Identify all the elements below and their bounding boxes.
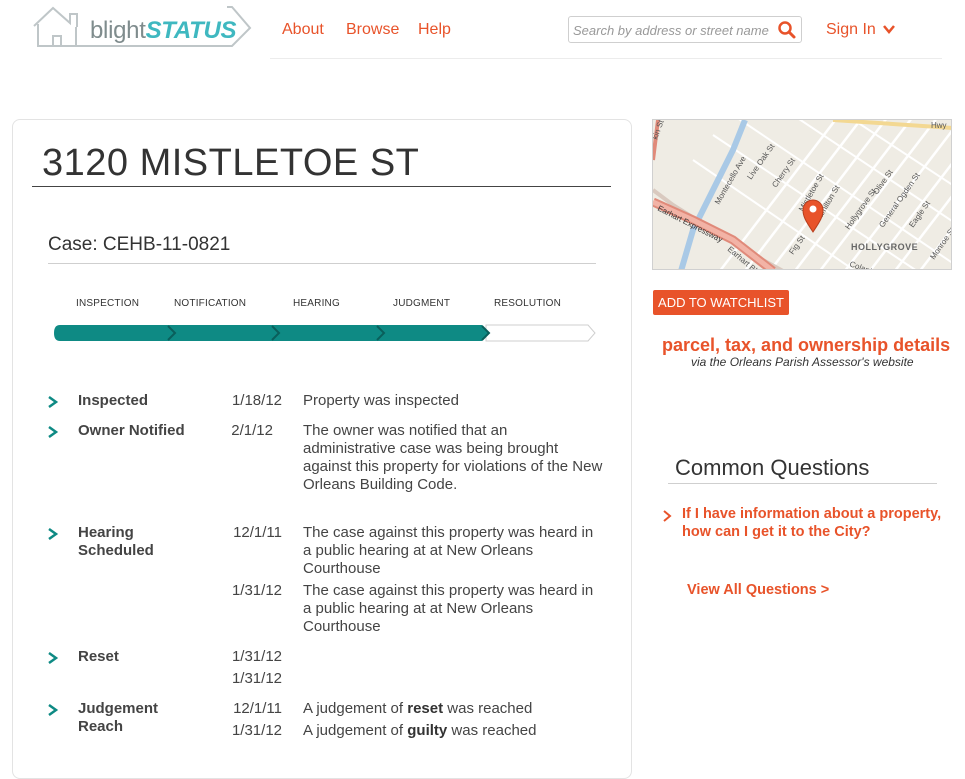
search-box xyxy=(568,16,802,43)
case-number: Case: CEHB-11-0821 xyxy=(48,234,231,255)
judgement-text-prefix: A judgement of xyxy=(303,722,408,739)
sign-in-menu[interactable]: Sign In xyxy=(826,20,896,40)
search-icon[interactable] xyxy=(777,20,797,40)
stage-label-hearing: HEARING xyxy=(293,298,340,309)
timeline-date: 12/1/11 xyxy=(233,524,282,541)
timeline-event-name-cont: Reach xyxy=(78,718,124,735)
judgement-text-suffix: was reached xyxy=(443,700,533,717)
address-divider xyxy=(32,186,611,187)
judgement-result: guilty xyxy=(407,722,448,739)
brand-text-blight: blight xyxy=(90,17,146,44)
timeline-date: 2/1/12 xyxy=(231,422,273,439)
search-input[interactable] xyxy=(573,20,769,40)
map-neighborhood-label: HOLLYGROVE xyxy=(851,242,918,252)
parcel-details-source: via the Orleans Parish Assessor's websit… xyxy=(691,355,914,369)
common-questions-title: Common Questions xyxy=(675,455,870,480)
nav-browse-link[interactable]: Browse xyxy=(346,20,399,40)
nav-help-link[interactable]: Help xyxy=(418,20,451,40)
property-map[interactable]: kin St Montecello Ave Live Oak St Cherry… xyxy=(652,119,952,270)
timeline-event-name: Inspected xyxy=(78,392,149,409)
timeline-description: A judgement of reset was reached xyxy=(303,700,603,718)
timeline-date: 1/31/12 xyxy=(231,582,282,599)
stage-label-inspection: INSPECTION xyxy=(76,298,140,309)
judgement-text-suffix: was reached xyxy=(447,722,537,739)
case-progress-bar xyxy=(52,318,598,353)
nav-about-link[interactable]: About xyxy=(282,20,324,40)
chevron-right-icon xyxy=(48,704,59,716)
add-to-watchlist-button[interactable]: ADD TO WATCHLIST xyxy=(653,290,789,315)
timeline-date: 1/31/12 xyxy=(231,722,282,739)
timeline-date: 1/31/12 xyxy=(231,670,282,687)
header-divider xyxy=(270,58,942,59)
timeline-event-name: Owner Notified xyxy=(78,422,185,439)
judgement-text-prefix: A judgement of xyxy=(303,700,408,717)
stage-label-notification: NOTIFICATION xyxy=(174,298,247,309)
judgement-result: reset xyxy=(407,700,444,717)
timeline-event-name: Hearing xyxy=(78,524,134,541)
timeline-event-name: Reset xyxy=(78,648,119,665)
timeline-description: The owner was notified that an administr… xyxy=(303,422,603,493)
timeline-description: The case against this property was heard… xyxy=(303,524,594,577)
stage-label-resolution: RESOLUTION xyxy=(494,298,562,309)
timeline-date: 1/18/12 xyxy=(231,392,282,409)
timeline-description: The case against this property was heard… xyxy=(303,582,594,635)
faq-question-link[interactable]: If I have information about a property, … xyxy=(682,505,942,541)
brand-text-status: STATUS xyxy=(145,17,237,44)
view-all-questions-link[interactable]: View All Questions > xyxy=(687,581,829,599)
stage-label-judgment: JUDGMENT xyxy=(393,298,451,309)
chevron-right-icon xyxy=(663,510,672,522)
common-questions-divider xyxy=(668,483,937,484)
chevron-right-icon xyxy=(48,426,59,438)
timeline-description: Property was inspected xyxy=(303,392,459,409)
stage-segment-resolution xyxy=(485,324,596,342)
chevron-right-icon xyxy=(48,396,59,408)
chevron-right-icon xyxy=(48,528,59,540)
timeline-description: A judgement of guilty was reached xyxy=(303,722,603,740)
brand-logo[interactable]: blightSTATUS xyxy=(32,4,254,54)
timeline-date: 12/1/11 xyxy=(233,700,282,717)
chevron-down-icon xyxy=(883,25,896,34)
case-divider xyxy=(48,263,596,264)
timeline-date: 1/31/12 xyxy=(231,648,282,665)
timeline-event-name: Judgement xyxy=(78,700,159,717)
property-address: 3120 MISTLETOE ST xyxy=(42,142,420,184)
sign-in-label: Sign In xyxy=(826,21,876,38)
chevron-right-icon xyxy=(48,652,59,664)
parcel-details-link[interactable]: parcel, tax, and ownership details xyxy=(662,334,950,356)
timeline-event-name-cont: Scheduled xyxy=(78,542,154,559)
map-label: Hwy xyxy=(931,121,947,130)
